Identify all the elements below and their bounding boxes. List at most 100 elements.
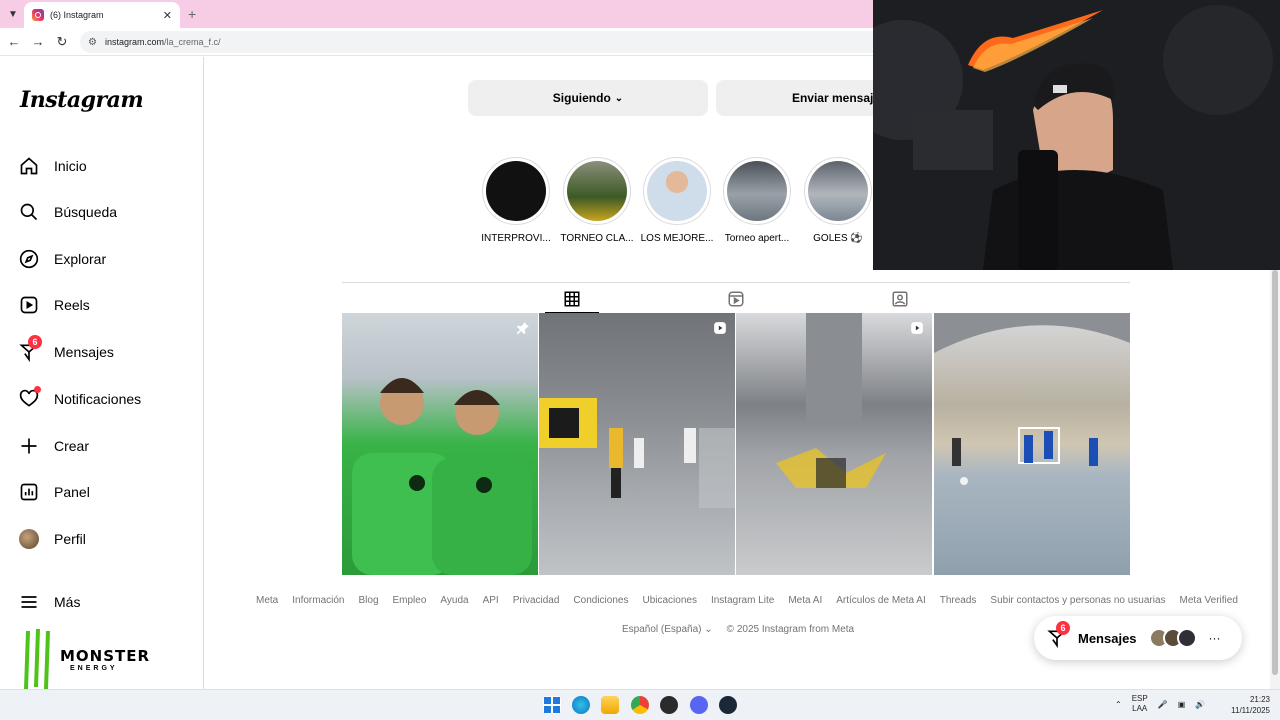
site-settings-icon[interactable]: ⚙ — [88, 37, 97, 48]
footer-link[interactable]: Meta — [256, 595, 278, 606]
following-button[interactable]: Siguiendo ⌄ — [468, 80, 708, 116]
browser-tab[interactable]: (6) Instagram ✕ — [24, 2, 180, 28]
edge-icon[interactable] — [572, 696, 590, 714]
post-tile[interactable] — [934, 313, 1130, 575]
tab-tagged[interactable] — [873, 285, 927, 313]
footer-link[interactable]: Threads — [940, 595, 977, 606]
sidebar-item-explorar[interactable]: Explorar — [18, 246, 106, 272]
reload-icon[interactable]: ↻ — [54, 34, 70, 50]
post-image — [352, 378, 532, 575]
webcam-overlay — [873, 0, 1280, 270]
network-icon[interactable]: ▣ — [1178, 700, 1186, 709]
taskbar-clock[interactable]: 21:23 11/11/2025 — [1231, 694, 1270, 716]
footer-link[interactable]: Privacidad — [513, 595, 560, 606]
post-tile[interactable] — [539, 313, 735, 575]
discord-icon[interactable] — [690, 696, 708, 714]
footer-link[interactable]: Ubicaciones — [642, 595, 696, 606]
footer-link[interactable]: Artículos de Meta AI — [836, 595, 926, 606]
chevron-up-icon[interactable]: ⌃ — [1115, 700, 1122, 709]
back-arrow-icon[interactable]: ← — [6, 34, 22, 50]
steam-icon[interactable] — [719, 696, 737, 714]
url-input[interactable]: ⚙ instagram.com/la_crema_f.c/ — [80, 31, 960, 53]
highlight-cover — [808, 161, 868, 221]
language-select[interactable]: Español (España) ⌄ — [622, 624, 713, 635]
post-tile[interactable] — [342, 313, 538, 575]
chevron-down-icon: ⌄ — [614, 92, 624, 104]
new-tab-button[interactable]: + — [188, 6, 196, 22]
sidebar-item-mensajes[interactable]: 6 Mensajes — [18, 335, 114, 365]
sidebar-item-label: Inicio — [54, 158, 87, 174]
highlight-cover — [727, 161, 787, 221]
chevron-down-icon: ⌄ — [704, 624, 713, 635]
sidebar-item-label: Panel — [54, 484, 90, 500]
grid-icon — [564, 291, 580, 306]
highlight-cover — [647, 161, 707, 221]
story-highlight[interactable]: Torneo apert... — [721, 157, 793, 244]
sidebar-item-reels[interactable]: Reels — [18, 292, 90, 318]
sidebar-item-crear[interactable]: Crear — [18, 433, 89, 459]
messages-badge: 6 — [1056, 621, 1070, 635]
instagram-logo[interactable]: Instagram — [20, 87, 144, 113]
footer-link[interactable]: API — [483, 595, 499, 606]
avatar — [18, 528, 40, 550]
tagged-icon — [892, 291, 908, 307]
tab-search-dropdown-icon[interactable]: ▼ — [4, 5, 22, 23]
page-scrollbar[interactable] — [1270, 270, 1280, 689]
windows-start-icon[interactable] — [543, 696, 561, 714]
sidebar-item-inicio[interactable]: Inicio — [18, 153, 87, 179]
footer-link[interactable]: Empleo — [393, 595, 427, 606]
story-highlight[interactable]: TORNEO CLA... — [560, 157, 634, 244]
sidebar-item-label: Mensajes — [54, 344, 114, 360]
story-highlight[interactable]: GOLES ⚽ — [802, 157, 874, 244]
sidebar-item-mas[interactable]: Más — [18, 589, 80, 615]
sidebar-item-panel[interactable]: Panel — [18, 479, 90, 505]
footer-link[interactable]: Instagram Lite — [711, 595, 774, 606]
post-tile[interactable] — [736, 313, 932, 575]
forward-arrow-icon[interactable]: → — [30, 34, 46, 50]
file-explorer-icon[interactable] — [601, 696, 619, 714]
footer-link[interactable]: Condiciones — [573, 595, 628, 606]
tab-close-icon[interactable]: ✕ — [163, 9, 172, 22]
tab-reels[interactable] — [709, 285, 763, 313]
footer-link[interactable]: Ayuda — [440, 595, 468, 606]
profile-tabs — [342, 282, 1130, 314]
url-text: instagram.com/la_crema_f.c/ — [105, 37, 221, 47]
highlight-label: LOS MEJORE... — [640, 233, 714, 244]
footer-link[interactable]: Blog — [358, 595, 378, 606]
heart-icon — [18, 386, 41, 410]
highlight-label: TORNEO CLA... — [560, 233, 634, 244]
story-highlight[interactable]: LOS MEJORE... — [641, 157, 713, 244]
messages-pill[interactable]: 6 Mensajes ··· — [1034, 616, 1242, 660]
sidebar-item-perfil[interactable]: Perfil — [18, 526, 86, 552]
instagram-favicon-icon — [32, 9, 44, 21]
obs-icon[interactable] — [660, 696, 678, 714]
more-icon: ··· — [1208, 631, 1221, 645]
highlight-label: Torneo apert... — [724, 233, 790, 244]
scrollbar-thumb[interactable] — [1272, 270, 1278, 675]
language-indicator[interactable]: ESP LAA — [1132, 694, 1148, 714]
tab-posts[interactable] — [545, 285, 599, 313]
sidebar-item-label: Perfil — [54, 531, 86, 547]
footer-link[interactable]: Meta AI — [788, 595, 822, 606]
monster-claw-icon — [24, 629, 50, 689]
microphone-icon[interactable]: 🎤 — [1158, 700, 1168, 709]
sidebar-item-busqueda[interactable]: Búsqueda — [18, 199, 117, 225]
time: 21:23 — [1249, 695, 1270, 704]
dashboard-icon — [18, 481, 40, 503]
footer-link[interactable]: Meta Verified — [1180, 595, 1238, 606]
reel-badge-icon — [713, 321, 727, 335]
compass-icon — [18, 248, 40, 270]
notification-dot — [34, 386, 41, 393]
monster-subtext: ENERGY — [70, 665, 118, 672]
messenger-icon: 6 — [1046, 621, 1070, 649]
volume-icon[interactable]: 🔊 — [1195, 700, 1205, 709]
footer-link[interactable]: Subir contactos y personas no usuarias — [990, 595, 1165, 606]
monster-wordmark: MONSTER — [60, 647, 151, 665]
message-avatars — [1148, 628, 1197, 648]
sidebar-item-notificaciones[interactable]: Notificaciones — [18, 386, 141, 412]
highlight-label: GOLES ⚽ — [813, 233, 863, 244]
chrome-icon[interactable] — [631, 696, 649, 714]
footer-link[interactable]: Información — [292, 595, 344, 606]
story-highlight[interactable]: INTERPROVI... — [480, 157, 552, 244]
highlight-label: INTERPROVI... — [481, 233, 551, 244]
